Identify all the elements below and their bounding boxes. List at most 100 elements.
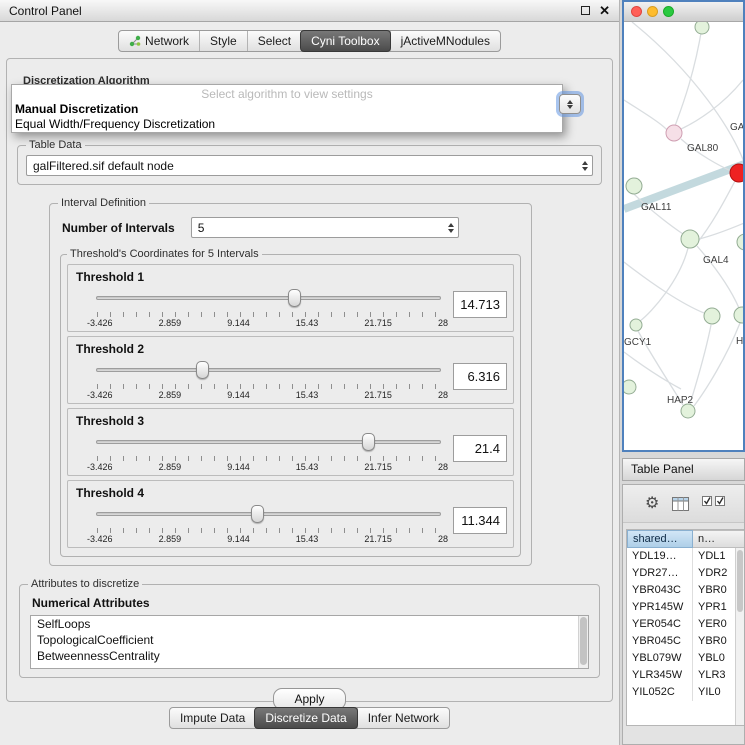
top-tab-bar: Network Style Select Cyni Toolbox jActiveMNo… (118, 30, 501, 52)
float-window-icon[interactable] (581, 6, 590, 15)
tab-infer-network[interactable]: Infer Network (357, 708, 449, 728)
control-panel-titlebar[interactable]: Control Panel ✕ (0, 0, 619, 22)
scrollbar-thumb[interactable] (580, 617, 587, 665)
tick-label: 28 (438, 318, 448, 328)
tab-label: Impute Data (180, 711, 245, 725)
cell-shared-name: YDL19… (627, 548, 693, 565)
tick-label: -3.426 (87, 462, 113, 472)
tab-cyni-toolbox[interactable]: Cyni Toolbox (300, 30, 390, 52)
network-node-gal80[interactable] (666, 125, 682, 141)
tick-label: 9.144 (227, 462, 250, 472)
network-node[interactable] (624, 380, 636, 394)
tab-label: Discretize Data (265, 711, 346, 725)
table-row[interactable]: YDL19…YDL1 (627, 548, 744, 565)
table-panel-window: ⚙ shared… n… YDL19…YDL1YDR27…YDR2YBR043C… (622, 484, 745, 745)
table-row[interactable]: YBL079WYBL0 (627, 650, 744, 667)
combo-stepper-icon (444, 223, 458, 233)
select-rows-icon[interactable] (702, 496, 726, 511)
threshold-panel-1: Threshold 1-3.4262.8599.14415.4321.71528… (67, 264, 514, 332)
network-node-h[interactable] (734, 307, 743, 323)
tab-impute-data[interactable]: Impute Data (170, 708, 255, 728)
table-row[interactable]: YER054CYER0 (627, 616, 744, 633)
attribute-list-item[interactable]: BetweennessCentrality (31, 648, 588, 664)
slider-thumb[interactable] (196, 361, 209, 379)
tab-style[interactable]: Style (199, 31, 247, 51)
tab-label: Cyni Toolbox (311, 34, 379, 48)
cell-shared-name: YIL052C (627, 684, 693, 701)
table-row[interactable]: YIL052CYIL0 (627, 684, 744, 701)
columns-icon[interactable] (672, 497, 689, 511)
list-scrollbar[interactable] (578, 616, 588, 668)
table-scrollbar[interactable] (735, 548, 744, 725)
table-row[interactable]: YLR345WYLR3 (627, 667, 744, 684)
slider-ticks (97, 384, 440, 389)
tick-label: 9.144 (227, 318, 250, 328)
cell-shared-name: YBR043C (627, 582, 693, 599)
cell-shared-name: YBR045C (627, 633, 693, 650)
table-data-combo-value: galFiltered.sif default node (33, 159, 578, 173)
network-edge[interactable] (640, 248, 688, 321)
network-node[interactable] (737, 234, 743, 250)
table-data-combo[interactable]: galFiltered.sif default node (26, 155, 593, 176)
tick-label: 2.859 (159, 318, 182, 328)
mac-close-icon[interactable] (631, 6, 642, 17)
network-node-gal4[interactable] (681, 230, 699, 248)
network-edge[interactable] (624, 262, 704, 313)
network-node[interactable] (695, 22, 709, 34)
attribute-list-item[interactable]: TopologicalCoefficient (31, 632, 588, 648)
numerical-attributes-list[interactable]: SelfLoopsTopologicalCoefficientBetweenne… (30, 615, 589, 669)
tick-label: -3.426 (87, 318, 113, 328)
threshold-slider[interactable]: -3.4262.8599.14415.4321.71528 (96, 287, 441, 331)
network-edge[interactable] (690, 325, 711, 404)
close-icon[interactable]: ✕ (599, 5, 610, 17)
table-row[interactable]: YDR27…YDR2 (627, 565, 744, 582)
tab-network[interactable]: Network (119, 31, 199, 51)
table-row[interactable]: YPR145WYPR1 (627, 599, 744, 616)
attribute-list-item[interactable]: SelfLoops (31, 616, 588, 632)
table-row[interactable]: YBR045CYBR0 (627, 633, 744, 650)
network-node-gcy1[interactable] (630, 319, 642, 331)
threshold-value-field[interactable]: 11.344 (453, 507, 507, 534)
tab-select[interactable]: Select (247, 31, 301, 51)
tab-jactivemnodules[interactable]: jActiveMNodules (390, 31, 500, 51)
threshold-value-field[interactable]: 6.316 (453, 363, 507, 390)
tab-discretize-data[interactable]: Discretize Data (254, 707, 357, 729)
network-node[interactable] (704, 308, 720, 324)
network-node-ga[interactable] (730, 164, 743, 182)
threshold-slider[interactable]: -3.4262.8599.14415.4321.71528 (96, 359, 441, 403)
mac-zoom-icon[interactable] (663, 6, 674, 17)
network-window-titlebar[interactable] (624, 2, 743, 22)
bottom-tab-bar: Impute Data Discretize Data Infer Network (169, 707, 450, 729)
slider-thumb[interactable] (362, 433, 375, 451)
threshold-slider[interactable]: -3.4262.8599.14415.4321.71528 (96, 431, 441, 475)
gear-icon[interactable]: ⚙ (645, 496, 659, 512)
slider-ticks (97, 456, 440, 461)
dropdown-item-equal-width-frequency[interactable]: Equal Width/Frequency Discretization (12, 117, 562, 132)
algorithm-dropdown-popup: Select algorithm to view settings Manual… (11, 84, 563, 133)
algorithm-combo-stepper[interactable] (559, 94, 581, 114)
threshold-slider[interactable]: -3.4262.8599.14415.4321.71528 (96, 503, 441, 547)
column-header-name[interactable]: n… (693, 530, 744, 548)
dropdown-item-manual-discretization[interactable]: Manual Discretization (12, 102, 562, 117)
network-view-window: GAL80GAGAL11GAL4GCY1HHAP2 (622, 0, 745, 452)
table-row[interactable]: YBR043CYBR0 (627, 582, 744, 599)
threshold-panel-2: Threshold 2-3.4262.8599.14415.4321.71528… (67, 336, 514, 404)
column-header-shared-name[interactable]: shared… (627, 530, 693, 548)
network-node-gal11[interactable] (626, 178, 642, 194)
threshold-value-field[interactable]: 21.4 (453, 435, 507, 462)
mac-minimize-icon[interactable] (647, 6, 658, 17)
tab-label: Style (210, 34, 237, 48)
number-of-intervals-combo[interactable]: 5 (191, 217, 459, 238)
slider-tick-labels: -3.4262.8599.14415.4321.71528 (87, 462, 448, 472)
table-panel-header[interactable]: Table Panel (622, 458, 745, 481)
slider-thumb[interactable] (251, 505, 264, 523)
scrollbar-thumb[interactable] (737, 550, 743, 612)
interval-definition-group: Interval Definition Number of Intervals … (49, 197, 532, 566)
network-edge[interactable] (624, 100, 667, 130)
threshold-value-field[interactable]: 14.713 (453, 291, 507, 318)
network-node-hap2[interactable] (681, 404, 695, 418)
network-canvas[interactable]: GAL80GAGAL11GAL4GCY1HHAP2 (624, 22, 743, 450)
slider-thumb[interactable] (288, 289, 301, 307)
tick-label: 15.43 (296, 390, 319, 400)
window-title: Control Panel (9, 4, 82, 18)
